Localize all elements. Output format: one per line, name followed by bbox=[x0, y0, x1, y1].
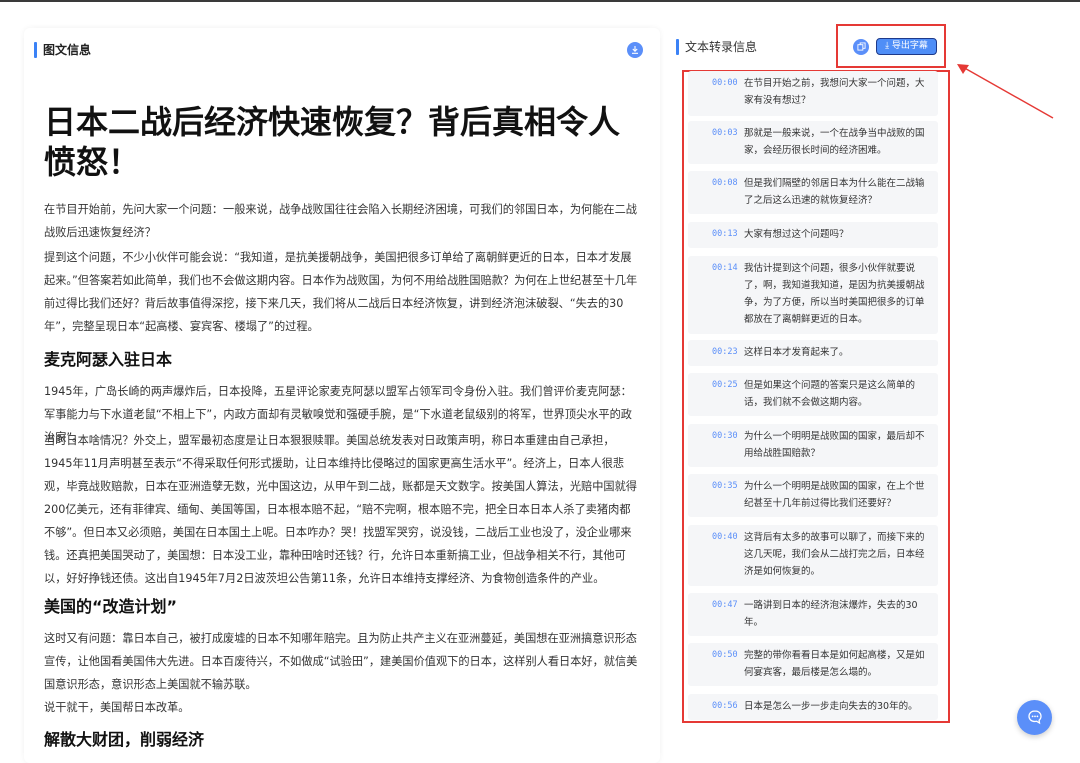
article-paragraph: 当时日本啥情况？外交上，盟军最初态度是让日本狠狠赎罪。美国总统发表对日政策声明，… bbox=[44, 434, 637, 585]
transcript-entry[interactable]: 00:35 为什么一个明明是战败国的国家，在上个世纪甚至十几年前过得比我们还要好… bbox=[688, 474, 938, 517]
transcript-text: 为什么一个明明是战败国的国家，在上个世纪甚至十几年前过得比我们还要好？ bbox=[744, 481, 925, 509]
top-divider bbox=[0, 0, 1080, 2]
timestamp[interactable]: 00:35 bbox=[712, 481, 738, 491]
article-panel-header: 图文信息 bbox=[34, 41, 91, 58]
article-paragraph: 在节目开始前，先问大家一个问题：一般来说，战争战败国往往会陷入长期经济困境，可我… bbox=[44, 203, 637, 239]
transcript-text: 完整的带你看看日本是如何起高楼，又是如何宴宾客，最后楼是怎么塌的。 bbox=[744, 650, 925, 678]
timestamp[interactable]: 00:13 bbox=[712, 229, 738, 239]
timestamp[interactable]: 00:40 bbox=[712, 532, 738, 542]
timestamp[interactable]: 00:50 bbox=[712, 650, 738, 660]
transcript-entry[interactable]: 00:14 我估计提到这个问题，很多小伙伴就要说了，啊，我知道我知道，是因为抗美… bbox=[688, 256, 938, 334]
article-paragraph: 这时又有问题：靠日本自己，被打成废墟的日本不知哪年赔完。且为防止共产主义在亚洲蔓… bbox=[44, 632, 638, 691]
timestamp[interactable]: 00:23 bbox=[712, 347, 738, 357]
timestamp[interactable]: 00:03 bbox=[712, 128, 738, 138]
transcript-title: 文本转录信息 bbox=[685, 40, 758, 54]
download-icon[interactable] bbox=[627, 42, 643, 58]
transcript-entry[interactable]: 00:25 但是如果这个问题的答案只是这么简单的话，我们就不会做这期内容。 bbox=[688, 373, 938, 416]
transcript-text: 那就是一般来说，一个在战争当中战败的国家，会经历很长时间的经济困难。 bbox=[744, 128, 925, 156]
transcript-entry[interactable]: 00:03 那就是一般来说，一个在战争当中战败的国家，会经历很长时间的经济困难。 bbox=[688, 121, 938, 164]
transcript-text: 我估计提到这个问题，很多小伙伴就要说了，啊，我知道我知道，是因为抗美援朝战争，为… bbox=[744, 263, 925, 325]
chat-icon[interactable] bbox=[1017, 700, 1052, 735]
transcript-text: 这背后有太多的故事可以聊了，而接下来的这几天呢，我们会从二战打完之后，日本经济是… bbox=[744, 532, 925, 577]
article-panel: 图文信息 日本二战后经济快速恢复？背后真相令人愤怒！ 在节目开始前，先问大家一个… bbox=[24, 28, 660, 763]
transcript-text: 但是如果这个问题的答案只是这么简单的话，我们就不会做这期内容。 bbox=[744, 380, 916, 408]
article-paragraph: 说干就干，美国帮日本改革。 bbox=[44, 701, 190, 714]
highlight-arrow-icon bbox=[957, 64, 1054, 119]
transcript-entry[interactable]: 00:13 大家有想过这个问题吗？ bbox=[688, 222, 938, 248]
transcript-entry[interactable]: 00:08 但是我们隔壁的邻居日本为什么能在二战输了之后这么迅速的就恢复经济？ bbox=[688, 171, 938, 214]
transcript-entry[interactable]: 00:00 在节目开始之前，我想问大家一个问题，大家有没有想过？ bbox=[688, 71, 938, 116]
timestamp[interactable]: 00:08 bbox=[712, 178, 738, 188]
transcript-text: 但是我们隔壁的邻居日本为什么能在二战输了之后这么迅速的就恢复经济？ bbox=[744, 178, 925, 206]
section-heading: 麦克阿瑟入驻日本 bbox=[44, 350, 173, 369]
transcript-entry[interactable]: 00:23 这样日本才发育起来了。 bbox=[688, 340, 938, 366]
timestamp[interactable]: 00:00 bbox=[712, 78, 738, 88]
section-heading: 美国的“改造计划” bbox=[44, 597, 178, 616]
section-heading: 解散大财团，削弱经济 bbox=[44, 730, 205, 749]
transcript-header: 文本转录信息 bbox=[676, 38, 757, 55]
transcript-text: 大家有想过这个问题吗？ bbox=[744, 229, 849, 240]
timestamp[interactable]: 00:30 bbox=[712, 431, 738, 441]
transcript-text: 这样日本才发育起来了。 bbox=[744, 347, 849, 358]
transcript-text: 为什么一个明明是战败国的国家，最后却不用给战胜国赔款？ bbox=[744, 431, 925, 459]
section-marker bbox=[676, 38, 679, 55]
section-marker bbox=[34, 41, 37, 58]
transcript-entry[interactable]: 00:30 为什么一个明明是战败国的国家，最后却不用给战胜国赔款？ bbox=[688, 424, 938, 467]
transcript-entry[interactable]: 00:40 这背后有太多的故事可以聊了，而接下来的这几天呢，我们会从二战打完之后… bbox=[688, 525, 938, 586]
transcript-entry[interactable]: 00:47 一路讲到日本的经济泡沫爆炸，失去的30年。 bbox=[688, 593, 938, 636]
timestamp[interactable]: 00:14 bbox=[712, 263, 738, 273]
article-panel-title: 图文信息 bbox=[43, 43, 92, 57]
transcript-text: 日本是怎么一步一步走向失去的30年的。 bbox=[744, 701, 918, 712]
article-title: 日本二战后经济快速恢复？背后真相令人愤怒！ bbox=[44, 103, 621, 181]
transcript-text: 一路讲到日本的经济泡沫爆炸，失去的30年。 bbox=[744, 600, 918, 628]
transcript-entry[interactable]: 00:56 日本是怎么一步一步走向失去的30年的。 bbox=[688, 694, 938, 720]
article-paragraph: 提到这个问题，不少小伙伴可能会说：“我知道，是抗美援朝战争，美国把很多订单给了离… bbox=[44, 251, 638, 333]
timestamp[interactable]: 00:25 bbox=[712, 380, 738, 390]
transcript-entry[interactable]: 00:50 完整的带你看看日本是如何起高楼，又是如何宴宾客，最后楼是怎么塌的。 bbox=[688, 643, 938, 686]
timestamp[interactable]: 00:47 bbox=[712, 600, 738, 610]
timestamp[interactable]: 00:56 bbox=[712, 701, 738, 711]
transcript-text: 在节目开始之前，我想问大家一个问题，大家有没有想过？ bbox=[744, 78, 925, 106]
highlight-box-export bbox=[836, 24, 946, 68]
